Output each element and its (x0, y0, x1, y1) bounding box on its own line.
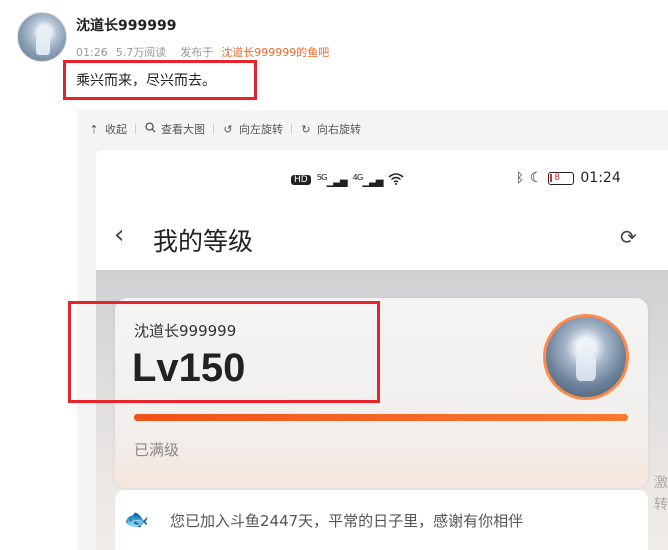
card-avatar (543, 314, 629, 400)
post-time: 01:26 (76, 46, 108, 59)
bluetooth-icon: ᛒ (516, 170, 524, 186)
level-progress-fill (134, 414, 628, 421)
wifi-icon (388, 172, 404, 188)
signal-5g-label: 5G (316, 172, 328, 183)
status-time: 01:24 (580, 170, 621, 186)
rotate-left-button[interactable]: ↺ 向左旋转 (222, 121, 283, 137)
moon-icon: ☾ (529, 170, 543, 186)
view-large-button[interactable]: 查看大图 (144, 121, 205, 137)
collapse-icon: ⇡ (89, 122, 99, 136)
signal-5g-icon: 5G▁▃▅ (316, 172, 348, 188)
collapse-label: 收起 (105, 123, 127, 136)
signal-4g-icon: 4G▁▃▅ (352, 172, 384, 188)
side-text: 激 转 (654, 472, 668, 516)
back-icon[interactable]: ‹ (114, 220, 124, 250)
status-bar-left: HD 5G▁▃▅ 4G▁▃▅ (291, 172, 404, 188)
side-text-line-1: 激 (654, 475, 668, 491)
fish-mascot-icon: 🐟 (124, 507, 149, 531)
rotate-right-label: 向右旋转 (317, 123, 361, 136)
side-text-line-2: 转 (654, 497, 668, 513)
toolbar-divider (291, 124, 292, 134)
post-views: 5.7万阅读 (115, 46, 167, 59)
refresh-icon[interactable]: ⟳ (620, 225, 637, 249)
view-large-label: 查看大图 (161, 123, 205, 136)
rotate-left-icon: ↺ (223, 122, 233, 136)
toolbar-divider (213, 124, 214, 134)
battery-level: 8 (554, 172, 561, 183)
level-status: 已满级 (134, 441, 180, 459)
search-icon (144, 122, 156, 136)
rotate-left-label: 向左旋转 (239, 123, 283, 136)
post-meta: 01:26 5.7万阅读 发布于 沈道长999999的鱼吧 (76, 44, 329, 60)
rotate-right-button[interactable]: ↻ 向右旋转 (300, 121, 361, 137)
battery-icon: 8 (548, 171, 575, 185)
image-toolbar: ⇡ 收起 查看大图 ↺ 向左旋转 ↻ 向右旋转 (88, 118, 361, 140)
posted-in-label: 发布于 (180, 46, 214, 59)
rotate-right-icon: ↻ (301, 122, 311, 136)
signal-4g-label: 4G (352, 172, 364, 183)
toolbar-divider (135, 124, 136, 134)
collapse-button[interactable]: ⇡ 收起 (88, 121, 127, 137)
page-title: 我的等级 (153, 227, 254, 256)
highlight-box-level (68, 301, 380, 403)
level-progress-bar (134, 414, 628, 421)
status-bar-right: ᛒ ☾ 8 01:24 (516, 170, 621, 186)
author-avatar[interactable] (17, 12, 67, 62)
forum-link[interactable]: 沈道长999999的鱼吧 (221, 46, 329, 59)
author-name[interactable]: 沈道长999999 (76, 15, 176, 35)
hd-badge: HD (291, 175, 311, 185)
join-info-text: 您已加入斗鱼2447天，平常的日子里，感谢有你相伴 (170, 512, 524, 530)
highlight-box-post (63, 60, 257, 100)
